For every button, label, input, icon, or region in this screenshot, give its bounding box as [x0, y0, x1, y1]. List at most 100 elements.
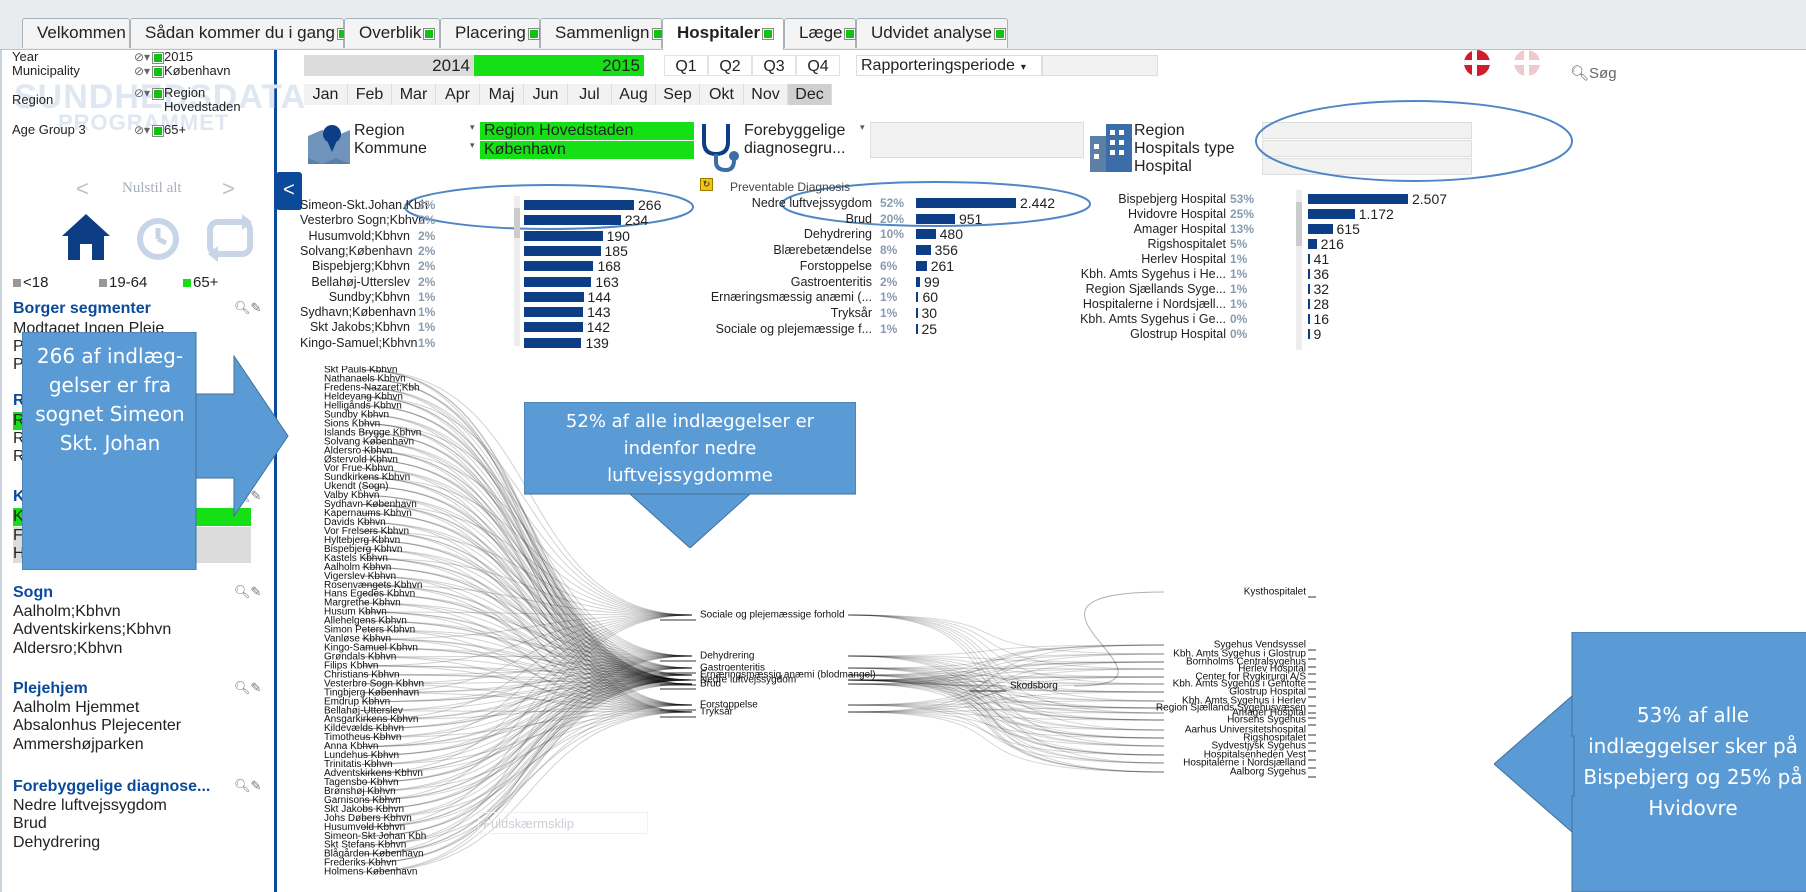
bar-category-label[interactable]: Brud — [690, 212, 872, 226]
age-group-option[interactable]: 19-64 — [99, 274, 147, 291]
sankey-hospital-label[interactable]: Aalborg Sygehus — [1230, 767, 1306, 778]
bar-category-label[interactable]: Kbh. Amts Sygehus i He... — [1080, 267, 1226, 281]
bar[interactable] — [916, 307, 918, 318]
bar[interactable] — [916, 245, 931, 256]
bar-category-label[interactable]: Amager Hospital — [1080, 222, 1226, 236]
sankey-intermediate-label[interactable]: Skodsborg — [1010, 681, 1058, 692]
tab-sammenlign[interactable]: Sammenlign — [540, 18, 664, 48]
bar-category-label[interactable]: Rigshospitalet — [1080, 237, 1226, 251]
bar-category-label[interactable]: Kbh. Amts Sygehus i Ge... — [1080, 312, 1226, 326]
tab-overblik[interactable]: Overblik — [344, 18, 440, 48]
scrollbar[interactable] — [1296, 190, 1302, 350]
bar[interactable] — [1308, 209, 1355, 219]
sankey-hospital-label[interactable]: Kysthospitalet — [1244, 587, 1306, 598]
bar[interactable] — [1308, 224, 1333, 234]
quarter-q1[interactable]: Q1 — [664, 55, 708, 76]
month-sep[interactable]: Sep — [656, 84, 700, 105]
bar-category-label[interactable]: Husumvold;Kbhvn — [300, 229, 410, 243]
list-item[interactable]: Aalholm Hjemmet — [13, 699, 139, 717]
bar[interactable] — [524, 245, 601, 256]
redo-loop-icon[interactable] — [204, 212, 256, 262]
tab-velkommen[interactable]: Velkommen — [22, 18, 130, 48]
clear-selection-icon[interactable]: ⊘▾ — [134, 123, 165, 137]
bar[interactable] — [524, 261, 594, 272]
bar[interactable] — [1308, 194, 1408, 204]
bar-category-label[interactable]: Glostrup Hospital — [1080, 327, 1226, 341]
list-item[interactable]: Brud — [13, 815, 47, 833]
back-button[interactable]: < — [76, 176, 89, 202]
bar-category-label[interactable]: Vesterbro Sogn;Kbhvn — [300, 213, 425, 227]
bar[interactable] — [1308, 299, 1310, 309]
fullscreen-hint[interactable]: Fuldskærmsklip — [478, 812, 648, 834]
sankey-diagnosis-label[interactable]: Tryksår — [700, 706, 734, 718]
bar[interactable] — [524, 200, 634, 210]
chart-type-toggle-icon[interactable]: ↻ — [700, 178, 713, 191]
bar-category-label[interactable]: Nedre luftvejssygdom — [690, 196, 872, 210]
bar-category-label[interactable]: Blærebetændelse — [690, 243, 872, 257]
chevron-down-icon[interactable]: ▾ — [470, 122, 475, 133]
english-flag-icon[interactable] — [1514, 50, 1540, 76]
bar[interactable] — [1308, 284, 1310, 294]
region-filter-value[interactable]: Region Hovedstaden — [480, 122, 694, 140]
year-2015[interactable]: 2015 — [474, 55, 644, 76]
clear-all-button[interactable]: Nulstil alt — [122, 180, 182, 197]
bar[interactable] — [1308, 269, 1310, 279]
chevron-down-icon[interactable]: ▾ — [860, 122, 865, 133]
diagnose-filter-box[interactable] — [870, 122, 1084, 158]
tab-hospitaler[interactable]: Hospitaler — [662, 18, 784, 50]
search-icon[interactable]: 🔍︎✎ — [234, 584, 261, 600]
bar-category-label[interactable]: Hvidovre Hospital — [1080, 207, 1226, 221]
month-jan[interactable]: Jan — [304, 84, 348, 105]
list-item[interactable]: Aalholm;Kbhvn — [13, 603, 121, 621]
bar[interactable] — [524, 322, 583, 333]
clear-selection-icon[interactable]: ⊘▾ — [134, 86, 165, 100]
search-button[interactable]: 🔍︎Søg — [1570, 64, 1617, 82]
month-nov[interactable]: Nov — [744, 84, 788, 105]
bar-category-label[interactable]: Tryksår — [690, 306, 872, 320]
list-item[interactable]: Absalonhus Plejecenter — [13, 717, 181, 735]
bar[interactable] — [524, 307, 584, 318]
bar-category-label[interactable]: Hospitalerne i Nordsjæll... — [1080, 297, 1226, 311]
bar[interactable] — [524, 337, 582, 348]
clear-selection-icon[interactable]: ⊘▾ — [134, 50, 165, 64]
bar[interactable] — [1308, 314, 1310, 324]
bar-category-label[interactable]: Solvang;København — [300, 244, 413, 258]
bar[interactable] — [1308, 239, 1317, 249]
bar-category-label[interactable]: Region Sjællands Syge... — [1080, 282, 1226, 296]
list-item[interactable]: Aldersro;Kbhvn — [13, 640, 122, 658]
bar-category-label[interactable]: Sundby;Kbhvn — [300, 290, 410, 304]
quarter-q4[interactable]: Q4 — [796, 55, 840, 76]
collapse-panel-button[interactable]: < — [276, 172, 302, 210]
bar-category-label[interactable]: Forstoppelse — [690, 259, 872, 273]
sankey-diagnosis-label[interactable]: Sociale og plejemæssige forhold — [700, 610, 845, 621]
month-dec[interactable]: Dec — [788, 84, 832, 105]
list-item[interactable]: Nedre luftvejssygdom — [13, 797, 167, 815]
bar[interactable] — [524, 276, 592, 287]
quarter-q2[interactable]: Q2 — [708, 55, 752, 76]
bar-category-label[interactable]: Ernæringsmæssig anæmi (... — [690, 290, 872, 304]
age-group-option[interactable]: 65+ — [183, 274, 218, 291]
month-maj[interactable]: Maj — [480, 84, 524, 105]
bar[interactable] — [916, 260, 927, 271]
list-item[interactable]: Dehydrering — [13, 834, 100, 852]
hospital-filter[interactable] — [1262, 158, 1472, 175]
bar-category-label[interactable]: Sydhavn;København — [300, 305, 416, 319]
bar-category-label[interactable]: Sociale og plejemæssige f... — [690, 322, 872, 336]
period-value-box[interactable] — [1042, 55, 1158, 76]
bar-category-label[interactable]: Dehydrering — [690, 227, 872, 241]
period-dropdown[interactable]: Rapporteringsperiode ▾ — [856, 55, 1042, 76]
month-okt[interactable]: Okt — [700, 84, 744, 105]
forward-button[interactable]: > — [222, 176, 235, 202]
bar-category-label[interactable]: Bellahøj-Utterslev — [300, 275, 410, 289]
bar[interactable] — [524, 215, 621, 226]
sankey-source-label[interactable]: Holmens København — [324, 867, 417, 878]
sankey-diagnosis-label[interactable]: Brud — [700, 679, 721, 690]
bar-category-label[interactable]: Skt Jakobs;Kbhvn — [300, 320, 410, 334]
month-jun[interactable]: Jun — [524, 84, 568, 105]
tab-laege[interactable]: Læge — [784, 18, 857, 48]
undo-history-icon[interactable] — [132, 212, 182, 262]
bar-category-label[interactable]: Simeon-Skt.Johan.Kbh — [300, 198, 428, 212]
bar[interactable] — [916, 229, 936, 240]
list-item[interactable]: Adventskirkens;Kbhvn — [13, 621, 171, 639]
bar[interactable] — [1308, 329, 1310, 339]
